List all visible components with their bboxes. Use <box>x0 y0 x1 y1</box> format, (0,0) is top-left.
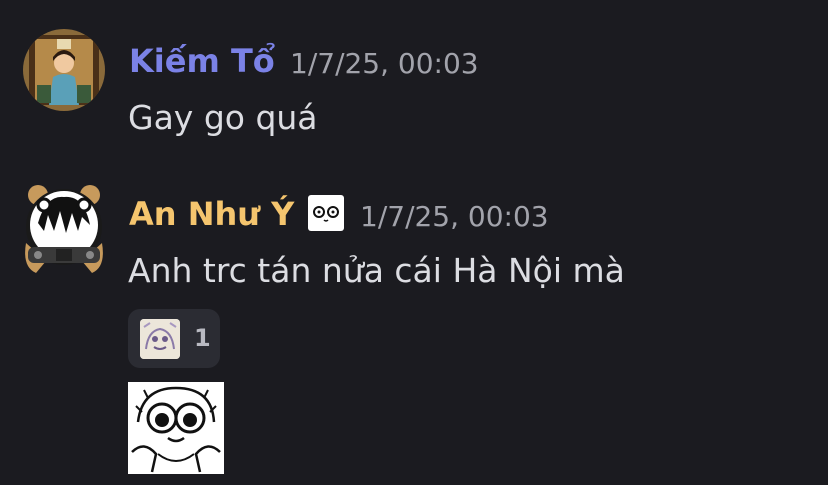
reaction-count: 1 <box>194 324 211 352</box>
message-author[interactable]: An Như Ý <box>129 198 294 230</box>
reaction-emoji-icon <box>140 319 180 359</box>
message-timestamp: 1/7/25, 00:03 <box>360 200 549 233</box>
sticker-image[interactable] <box>128 382 224 474</box>
bear-frame-avatar-icon <box>25 185 103 273</box>
user-badge-icon[interactable] <box>308 195 344 231</box>
user-avatar-decorated[interactable] <box>16 183 112 279</box>
message-author[interactable]: Kiếm Tổ <box>129 45 275 77</box>
message-timestamp: 1/7/25, 00:03 <box>290 47 479 80</box>
message-text: Anh trc tán nửa cái Hà Nội mà <box>128 251 625 290</box>
user-avatar[interactable] <box>23 29 105 111</box>
message-text: Gay go quá <box>128 98 318 137</box>
reaction-button[interactable]: 1 <box>128 309 220 368</box>
chat-message-list: Kiếm Tổ 1/7/25, 00:03 Gay go quá An Như … <box>0 0 828 485</box>
